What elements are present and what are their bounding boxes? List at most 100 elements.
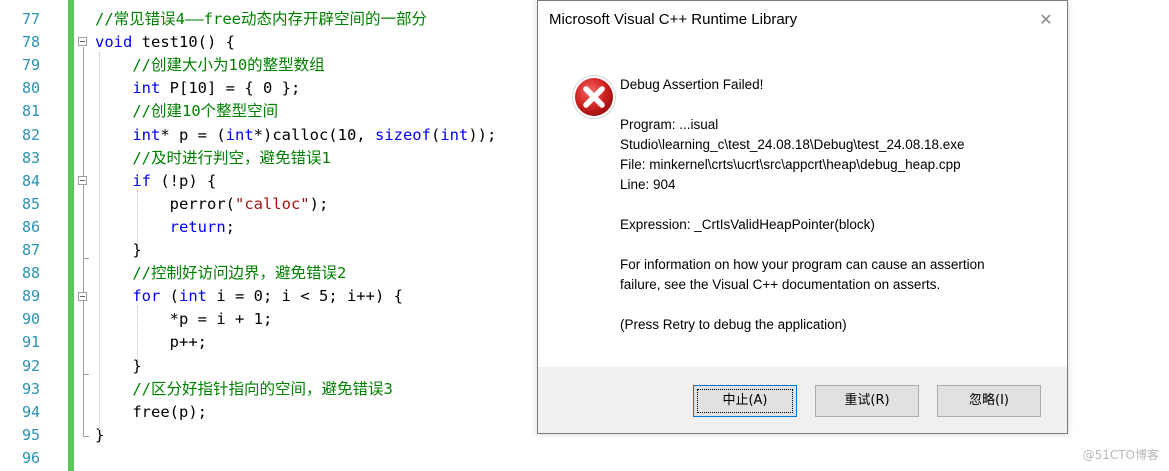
program-path-line1: Program: ...isual: [620, 117, 719, 132]
code-keyword: for: [132, 287, 161, 306]
retry-button[interactable]: 重试(R): [815, 385, 919, 417]
fold-toggle-if[interactable]: [78, 176, 87, 185]
code-token: }: [95, 356, 142, 375]
code-keyword: int: [132, 79, 161, 98]
code-token: perror(: [95, 194, 235, 213]
code-token: free(p);: [95, 402, 207, 421]
code-token: *)calloc(10,: [253, 125, 375, 144]
line-number: 87: [21, 241, 40, 259]
assertion-heading: Debug Assertion Failed!: [620, 77, 764, 92]
code-token: (!p) {: [151, 171, 217, 190]
code-text: //创建大小为10的整型数组: [95, 54, 325, 77]
fold-toggle-function[interactable]: [78, 37, 87, 46]
code-token: i = 0; i < 5; i++) {: [207, 287, 403, 306]
code-token: );: [309, 194, 329, 213]
line-number: 80: [21, 79, 40, 98]
code-keyword: if: [132, 171, 151, 190]
info-text-line2: failure, see the Visual C++ documentatio…: [620, 277, 941, 292]
fold-end-function: [83, 436, 89, 437]
code-line[interactable]: 86 return;: [0, 216, 560, 239]
line-number: 94: [21, 402, 40, 421]
code-line[interactable]: 85 perror("calloc");: [0, 193, 560, 216]
code-line[interactable]: 93 //区分好指针指向的空间，避免错误3: [0, 378, 560, 401]
code-text: int P[10] = { 0 };: [95, 77, 300, 100]
code-line[interactable]: 96: [0, 447, 560, 470]
close-icon[interactable]: ✕: [1035, 9, 1057, 31]
code-keyword: sizeof: [374, 125, 431, 144]
code-line[interactable]: 79 //创建大小为10的整型数组: [0, 54, 560, 77]
code-text: void test10() {: [95, 31, 235, 54]
code-comment: //创建大小为10的整型数组: [95, 56, 325, 75]
dialog-title: Microsoft Visual C++ Runtime Library: [549, 11, 798, 28]
code-token: test10() {: [132, 33, 235, 52]
line-number-info: Line: 904: [620, 177, 676, 192]
code-line[interactable]: 83 //及时进行判空，避免错误1: [0, 147, 560, 170]
runtime-error-dialog: Microsoft Visual C++ Runtime Library ✕ D…: [537, 0, 1068, 434]
line-number: 79: [21, 56, 40, 75]
code-text: }: [95, 355, 142, 378]
fold-end-if: [83, 258, 89, 259]
code-text: perror("calloc");: [95, 193, 329, 216]
code-line[interactable]: 82 int* p = (int*)calloc(10, sizeof(int)…: [0, 124, 560, 147]
fold-toggle-for[interactable]: [78, 292, 87, 301]
line-number: 86: [21, 217, 40, 236]
line-number: 92: [21, 356, 40, 375]
code-comment: //区分好指针指向的空间，避免错误3: [95, 379, 393, 398]
dialog-button-bar: 中止(A) 重试(R) 忽略(I): [538, 367, 1067, 433]
code-keyword: int: [179, 287, 207, 306]
code-line[interactable]: 77 //常见错误4——free动态内存开辟空间的一部分: [0, 8, 560, 31]
error-icon: [572, 75, 616, 119]
indent-guide: [99, 52, 100, 430]
code-text: p++;: [95, 331, 207, 354]
code-token: }: [95, 241, 142, 259]
code-text: int* p = (int*)calloc(10, sizeof(int));: [95, 124, 496, 147]
code-token: * p = (: [160, 125, 226, 144]
code-line[interactable]: 94 free(p);: [0, 401, 560, 424]
fold-end-for: [83, 374, 89, 375]
code-string: "calloc": [234, 194, 310, 213]
code-text: *p = i + 1;: [95, 308, 273, 331]
line-number: 84: [21, 171, 40, 190]
fold-range-function: [83, 47, 84, 436]
code-line[interactable]: 90 *p = i + 1;: [0, 308, 560, 331]
code-token: (: [160, 287, 179, 306]
abort-button[interactable]: 中止(A): [693, 385, 797, 417]
code-comment: //及时进行判空，避免错误1: [95, 148, 331, 167]
code-keyword: int: [132, 125, 161, 144]
code-text: free(p);: [95, 401, 207, 424]
code-keyword: int: [440, 125, 469, 144]
code-text: //及时进行判空，避免错误1: [95, 147, 331, 170]
code-keyword: int: [225, 125, 254, 144]
line-number: 78: [21, 33, 40, 52]
code-token: ));: [468, 125, 497, 144]
code-comment: //创建10个整型空间: [95, 102, 279, 121]
line-number: 82: [21, 125, 40, 144]
info-text-line1: For information on how your program can …: [620, 257, 985, 272]
source-file-path: File: minkernel\crts\ucrt\src\appcrt\hea…: [620, 157, 961, 172]
code-token: (: [430, 125, 441, 144]
indent-guide: [137, 306, 138, 360]
code-keyword: void: [95, 33, 133, 52]
ignore-button[interactable]: 忽略(I): [937, 385, 1041, 417]
code-text: //创建10个整型空间: [95, 100, 278, 123]
line-number: 89: [21, 287, 40, 306]
indent-guide: [137, 190, 138, 244]
code-token: ;: [225, 217, 235, 236]
line-number: 91: [21, 333, 40, 352]
code-text: for (int i = 0; i < 5; i++) {: [95, 285, 403, 308]
code-line[interactable]: 91 p++;: [0, 331, 560, 354]
code-text: return;: [95, 216, 235, 239]
retry-hint: (Press Retry to debug the application): [620, 317, 847, 332]
line-number: 83: [21, 148, 40, 167]
code-line[interactable]: 81 //创建10个整型空间: [0, 100, 560, 123]
code-keyword: return: [169, 217, 226, 236]
code-line[interactable]: 80 int P[10] = { 0 };: [0, 77, 560, 100]
line-number: 85: [21, 194, 40, 213]
code-token: P[10] = { 0 };: [160, 79, 301, 98]
line-number: 90: [21, 310, 40, 329]
code-line[interactable]: 88 //控制好访问边界，避免错误2: [0, 262, 560, 285]
